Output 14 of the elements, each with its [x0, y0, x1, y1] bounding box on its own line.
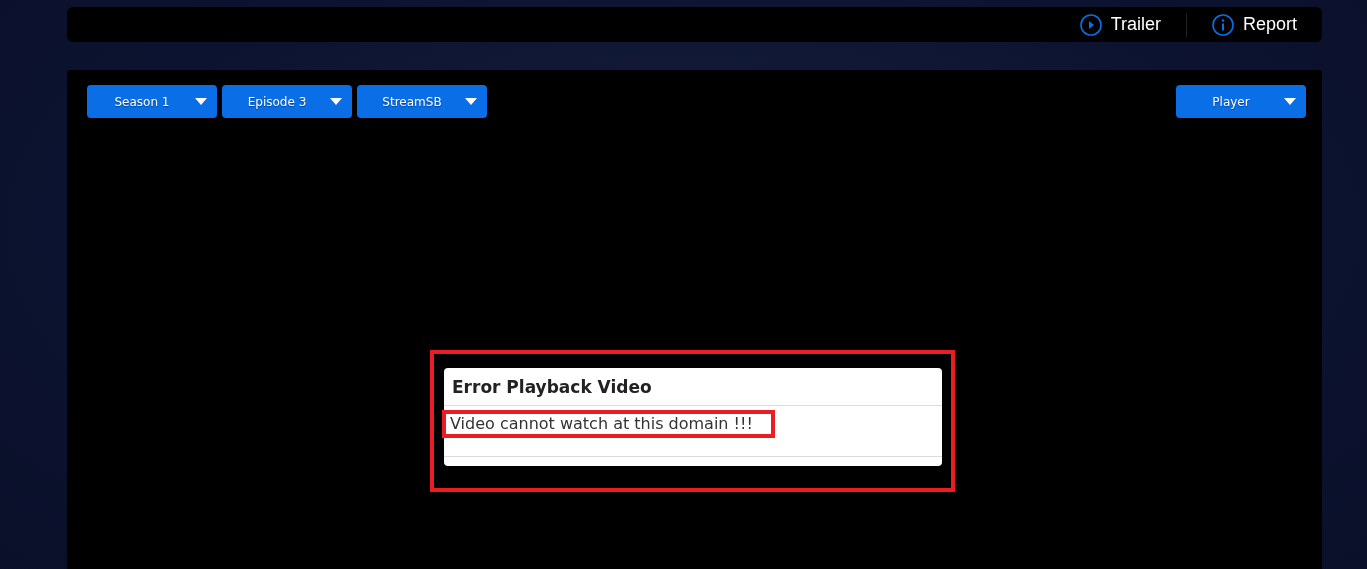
top-link[interactable]: Report — [1211, 13, 1297, 36]
dropdown-button[interactable]: Player — [1176, 85, 1306, 118]
top-link[interactable]: Trailer — [1079, 13, 1161, 36]
caret-icon — [330, 98, 342, 105]
dialog-title: Error Playback Video — [444, 368, 942, 406]
caret-icon — [1284, 98, 1296, 105]
error-message: Video cannot watch at this domain !!! — [442, 410, 775, 438]
dropdown-button[interactable]: StreamSB — [357, 85, 487, 118]
dropdown-button[interactable]: Episode 3 — [222, 85, 352, 118]
info-icon — [1211, 13, 1234, 36]
dropdown-button[interactable]: Season 1 — [87, 85, 217, 118]
caret-icon — [465, 98, 477, 105]
caret-icon — [195, 98, 207, 105]
play-icon — [1079, 13, 1102, 36]
